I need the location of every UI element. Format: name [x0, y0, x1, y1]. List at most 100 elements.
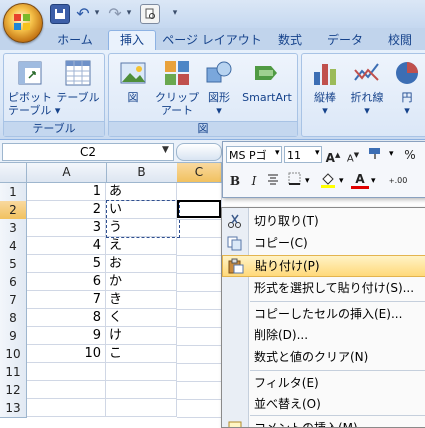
cell-c[interactable]	[177, 381, 222, 400]
row-header[interactable]: 7	[0, 291, 27, 310]
cell-b[interactable]: き	[106, 291, 177, 309]
picture-button[interactable]: 図	[113, 58, 153, 104]
fill-color-dropdown-icon[interactable]: ▾	[339, 176, 344, 186]
smartart-button[interactable]: SmartArt	[239, 58, 295, 104]
shrink-font-button[interactable]: A▼	[344, 146, 362, 164]
column-chart-button[interactable]: 縦棒 ▾	[306, 58, 344, 117]
cell-a[interactable]: 2	[27, 201, 106, 219]
borders-icon[interactable]	[285, 172, 303, 190]
row-header[interactable]: 11	[0, 363, 27, 382]
cell-a[interactable]: 10	[27, 345, 106, 363]
cell-a[interactable]: 7	[27, 291, 106, 309]
format-dropdown-icon[interactable]: ▾	[389, 149, 394, 159]
bold-button[interactable]: B	[226, 172, 244, 190]
menu-item-clear-contents[interactable]: 数式と値のクリア(N)	[222, 346, 425, 368]
cell-a[interactable]	[27, 363, 106, 381]
row-header[interactable]: 13	[0, 399, 27, 418]
column-header-b[interactable]: B	[106, 163, 178, 182]
row-header[interactable]: 10	[0, 345, 27, 364]
cell-c[interactable]	[177, 399, 222, 418]
redo-dropdown-icon[interactable]: ▾	[124, 4, 134, 22]
name-box[interactable]: C2	[2, 143, 174, 161]
cell-a[interactable]	[27, 381, 106, 399]
row-header[interactable]: 4	[0, 237, 27, 256]
format-painter-icon[interactable]	[367, 146, 385, 164]
cell-b[interactable]	[106, 399, 177, 417]
tab-home[interactable]: ホーム	[50, 31, 100, 50]
menu-item-copy[interactable]: コピー(C)	[222, 232, 425, 254]
clip-art-button[interactable]: クリップ アート	[155, 58, 199, 117]
cell-b[interactable]: く	[106, 309, 177, 327]
cell-b[interactable]: お	[106, 255, 177, 273]
font-name-field[interactable]: MS Pゴ	[226, 146, 282, 163]
cell-c[interactable]	[177, 219, 222, 238]
font-name-dropdown-icon[interactable]: ▾	[275, 148, 280, 158]
cell-b[interactable]	[106, 363, 177, 381]
cell-b[interactable]: こ	[106, 345, 177, 363]
cell-b[interactable]: け	[106, 327, 177, 345]
cell-a[interactable]: 8	[27, 309, 106, 327]
cell-c[interactable]	[177, 363, 222, 382]
save-icon[interactable]	[50, 4, 70, 24]
undo-icon[interactable]: ↶	[74, 4, 92, 23]
cell-b[interactable]: あ	[106, 183, 177, 201]
font-color-button[interactable]: A	[351, 170, 369, 189]
percent-style-button[interactable]: %	[401, 146, 419, 164]
row-header[interactable]: 5	[0, 255, 27, 274]
column-header-c[interactable]: C	[177, 163, 222, 182]
menu-item-cut[interactable]: 切り取り(T)	[222, 210, 425, 232]
customize-toolbar-icon[interactable]: ▾	[170, 4, 180, 22]
select-all-corner[interactable]	[0, 163, 27, 182]
cell-a[interactable]: 6	[27, 273, 106, 291]
font-color-dropdown-icon[interactable]: ▾	[371, 176, 376, 186]
column-header-a[interactable]: A	[27, 163, 107, 182]
cell-c[interactable]	[177, 273, 222, 292]
increase-decimal-button[interactable]: +.00	[387, 172, 409, 190]
cell-a[interactable]: 4	[27, 237, 106, 255]
cell-c[interactable]	[177, 291, 222, 310]
cell-b[interactable]	[106, 381, 177, 399]
cell-a[interactable]: 3	[27, 219, 106, 237]
tab-review[interactable]: 校閲	[380, 31, 420, 50]
row-header[interactable]: 8	[0, 309, 27, 328]
cell-b[interactable]: い	[106, 201, 177, 219]
name-box-dropdown-icon[interactable]: ▼	[162, 145, 169, 155]
shapes-button[interactable]: 図形 ▾	[201, 58, 237, 117]
formula-bar-handle[interactable]	[176, 143, 222, 161]
menu-item-sort[interactable]: 並べ替え(O)	[222, 393, 425, 415]
tab-formulas[interactable]: 数式	[270, 31, 310, 50]
office-button[interactable]	[3, 3, 43, 43]
align-center-icon[interactable]	[264, 172, 282, 190]
cell-c[interactable]	[177, 309, 222, 328]
active-cell-c2[interactable]	[177, 200, 221, 218]
menu-item-filter[interactable]: フィルタ(E)	[222, 372, 425, 394]
menu-item-delete[interactable]: 削除(D)...	[222, 324, 425, 346]
row-header[interactable]: 12	[0, 381, 27, 400]
tab-insert[interactable]: 挿入	[108, 30, 156, 52]
cell-a[interactable]: 9	[27, 327, 106, 345]
tab-page-layout[interactable]: ページ レイアウト	[162, 31, 262, 50]
pivot-table-button[interactable]: ピボット テーブル ▾	[8, 58, 60, 117]
italic-button[interactable]: I	[245, 172, 263, 190]
line-chart-button[interactable]: 折れ線 ▾	[346, 58, 388, 117]
row-header[interactable]: 1	[0, 183, 27, 202]
cell-a[interactable]: 5	[27, 255, 106, 273]
cell-b[interactable]: か	[106, 273, 177, 291]
table-button[interactable]: テーブル	[56, 58, 100, 104]
menu-item-insert-comment[interactable]: コメントの挿入(M)	[222, 417, 425, 427]
undo-dropdown-icon[interactable]: ▾	[92, 4, 102, 22]
cell-b[interactable]: え	[106, 237, 177, 255]
menu-item-paste-special[interactable]: 形式を選択して貼り付け(S)...	[222, 277, 425, 299]
fill-color-icon[interactable]	[319, 172, 337, 190]
redo-icon[interactable]: ↷	[106, 4, 124, 23]
row-header[interactable]: 3	[0, 219, 27, 238]
cell-c[interactable]	[177, 345, 222, 364]
pie-chart-button[interactable]: 円 ▾	[390, 58, 424, 117]
menu-item-paste[interactable]: 貼り付け(P)	[222, 255, 425, 277]
cell-c[interactable]	[177, 237, 222, 256]
grow-font-button[interactable]: A▲	[324, 146, 342, 165]
row-header[interactable]: 6	[0, 273, 27, 292]
cell-c[interactable]	[177, 327, 222, 346]
row-header[interactable]: 9	[0, 327, 27, 346]
font-size-dropdown-icon[interactable]: ▾	[315, 148, 320, 158]
